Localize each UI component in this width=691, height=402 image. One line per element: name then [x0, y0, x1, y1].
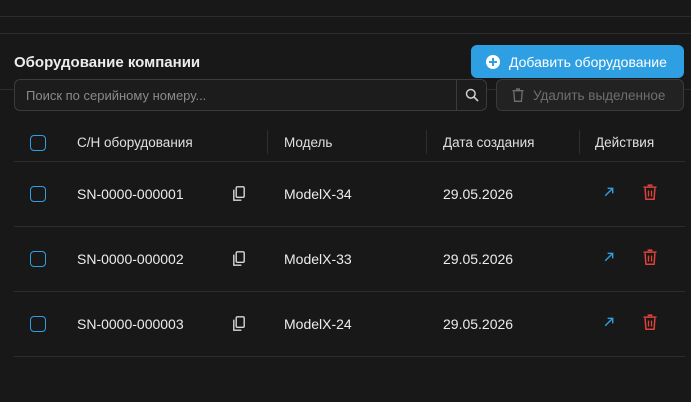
- column-serial: С/Н оборудования: [77, 135, 193, 150]
- created-date: 29.05.2026: [443, 316, 514, 332]
- model-name: ModelX-24: [284, 316, 352, 332]
- row-checkbox[interactable]: [30, 186, 46, 202]
- search-icon: [465, 88, 478, 102]
- plus-circle-icon: [486, 54, 500, 69]
- select-all-checkbox[interactable]: [30, 135, 46, 151]
- open-external-icon[interactable]: [604, 252, 614, 262]
- trash-icon[interactable]: [643, 249, 657, 265]
- serial-number: SN-0000-000003: [77, 316, 184, 332]
- serial-number: SN-0000-000001: [77, 186, 184, 202]
- row-checkbox[interactable]: [30, 251, 46, 267]
- column-divider: [579, 130, 580, 154]
- delete-selected-button[interactable]: Удалить выделенное: [496, 79, 684, 111]
- delete-selected-label: Удалить выделенное: [533, 87, 666, 103]
- column-model: Модель: [284, 135, 333, 150]
- add-equipment-label: Добавить оборудование: [509, 53, 667, 70]
- table-row: SN-0000-000003 ModelX-24 29.05.2026: [14, 292, 685, 357]
- created-date: 29.05.2026: [443, 186, 514, 202]
- open-external-icon[interactable]: [604, 187, 614, 197]
- column-actions: Действия: [595, 135, 655, 150]
- column-created: Дата создания: [443, 135, 535, 150]
- copy-icon[interactable]: [233, 186, 245, 201]
- trash-icon[interactable]: [643, 314, 657, 330]
- search-input[interactable]: [15, 80, 457, 110]
- search-button[interactable]: [456, 80, 486, 110]
- equipment-table: С/Н оборудования Модель Дата создания Де…: [14, 124, 685, 357]
- copy-icon[interactable]: [233, 251, 245, 266]
- search-box: [14, 79, 487, 111]
- model-name: ModelX-33: [284, 251, 352, 267]
- table-row: SN-0000-000001 ModelX-34 29.05.2026: [14, 162, 685, 227]
- table-header: С/Н оборудования Модель Дата создания Де…: [14, 124, 685, 162]
- model-name: ModelX-34: [284, 186, 352, 202]
- add-equipment-button[interactable]: Добавить оборудование: [471, 45, 684, 78]
- serial-number: SN-0000-000002: [77, 251, 184, 267]
- open-external-icon[interactable]: [604, 317, 614, 327]
- column-divider: [267, 130, 268, 154]
- created-date: 29.05.2026: [443, 251, 514, 267]
- trash-icon: [512, 88, 524, 102]
- trash-icon[interactable]: [643, 184, 657, 200]
- row-checkbox[interactable]: [30, 316, 46, 332]
- copy-icon[interactable]: [233, 316, 245, 331]
- table-row: SN-0000-000002 ModelX-33 29.05.2026: [14, 227, 685, 292]
- column-divider: [426, 130, 427, 154]
- top-strip: [0, 0, 691, 17]
- page-title: Оборудование компании: [14, 54, 201, 71]
